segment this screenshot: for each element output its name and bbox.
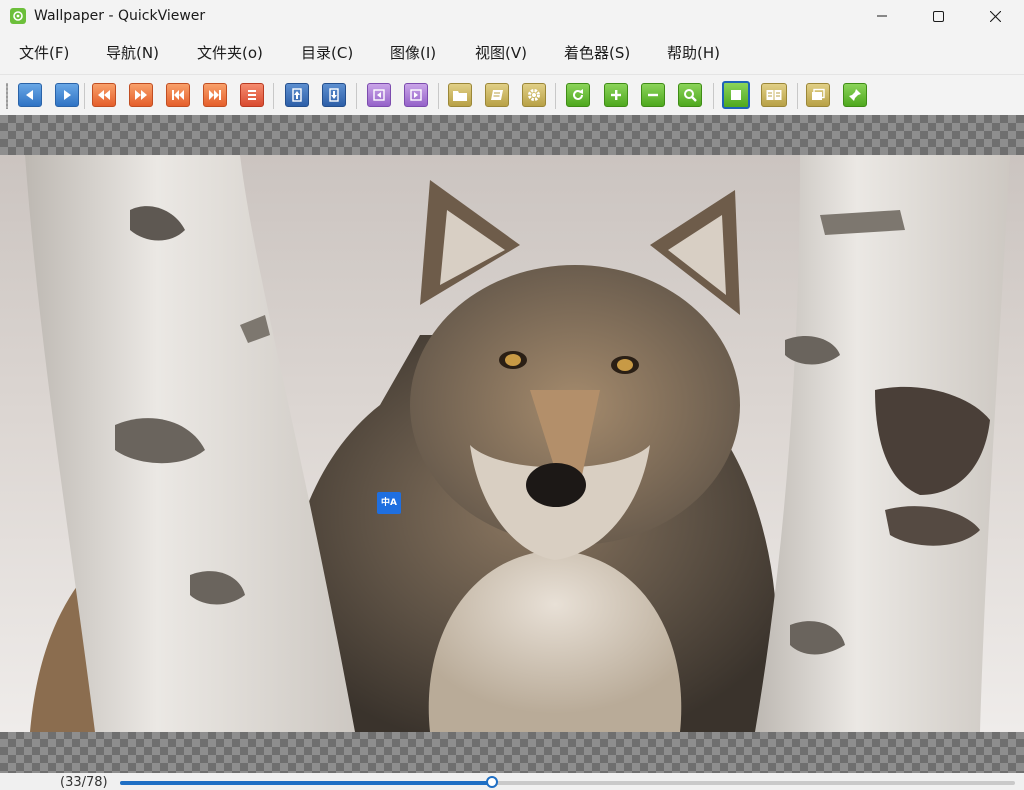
image-viewer[interactable]: 中A: [0, 115, 1024, 773]
last-page-icon: [209, 90, 221, 100]
translate-icon[interactable]: 中A: [377, 492, 401, 514]
menu-help[interactable]: 帮助(H): [661, 42, 726, 63]
prev-page-icon: [26, 90, 33, 100]
fit-icon: [684, 89, 697, 102]
single-page-icon: [731, 90, 741, 100]
fit-button[interactable]: [678, 83, 702, 107]
wolf-photo: [0, 155, 1024, 732]
page-list-icon: [248, 90, 256, 100]
title-bar: Wallpaper - QuickViewer: [0, 0, 1024, 32]
menu-folder[interactable]: 文件夹(o): [191, 42, 269, 63]
window-controls: [853, 0, 1024, 32]
slideshow-button[interactable]: [806, 83, 830, 107]
close-icon: [990, 10, 1001, 22]
toolbar-separator: [84, 83, 85, 109]
page-slider-fill: [120, 781, 492, 785]
rotate-icon: [573, 89, 583, 100]
move-left-button[interactable]: [367, 83, 391, 107]
menu-navigate[interactable]: 导航(N): [100, 42, 165, 63]
toolbar-separator: [797, 83, 798, 109]
rotate-button[interactable]: [566, 83, 590, 107]
prev-folder-icon: [292, 88, 302, 102]
menu-catalog[interactable]: 目录(C): [295, 42, 359, 63]
minimize-icon: [876, 15, 887, 17]
move-right-button[interactable]: [404, 83, 428, 107]
pin-icon: [849, 89, 861, 101]
pin-button[interactable]: [843, 83, 867, 107]
move-right-icon: [410, 89, 422, 101]
slideshow-icon: [812, 88, 825, 100]
toolbar-separator: [273, 83, 274, 109]
prev-folder-button[interactable]: [285, 83, 309, 107]
page-slider[interactable]: [120, 776, 1015, 788]
app-logo-icon: [10, 8, 26, 24]
move-left-icon: [373, 89, 385, 101]
menu-bar: 文件(F) 导航(N) 文件夹(o) 目录(C) 图像(I) 视图(V) 着色器…: [0, 34, 1024, 70]
catalog-icon: [491, 90, 503, 100]
toolbar-separator: [555, 83, 556, 109]
menu-shader[interactable]: 着色器(S): [558, 42, 636, 63]
window-title: Wallpaper - QuickViewer: [34, 8, 206, 24]
open-folder-button[interactable]: [448, 83, 472, 107]
zoom-in-button[interactable]: [604, 83, 628, 107]
menu-file[interactable]: 文件(F): [13, 42, 75, 63]
next-page-button[interactable]: [55, 83, 79, 107]
zoom-in-icon: [611, 90, 621, 100]
last-page-button[interactable]: [203, 83, 227, 107]
page-slider-thumb[interactable]: [485, 776, 498, 788]
fast-backward-button[interactable]: [92, 83, 116, 107]
status-bar: (33/78): [0, 773, 1024, 790]
first-page-button[interactable]: [166, 83, 190, 107]
zoom-out-icon: [648, 93, 658, 97]
fast-forward-button[interactable]: [129, 83, 153, 107]
first-page-icon: [172, 90, 184, 100]
maximize-button[interactable]: [910, 0, 967, 32]
fast-forward-icon: [135, 90, 147, 100]
single-page-button[interactable]: [722, 81, 750, 109]
next-folder-icon: [329, 88, 339, 102]
menu-view[interactable]: 视图(V): [469, 42, 533, 63]
maximize-icon: [933, 10, 944, 22]
settings-button[interactable]: [522, 83, 546, 107]
catalog-button[interactable]: [485, 83, 509, 107]
dual-page-icon: [766, 90, 782, 100]
close-button[interactable]: [967, 0, 1024, 32]
page-counter: (33/78): [60, 775, 108, 790]
toolbar-separator: [713, 83, 714, 109]
toolbar-grip[interactable]: [6, 83, 8, 109]
zoom-out-button[interactable]: [641, 83, 665, 107]
next-folder-button[interactable]: [322, 83, 346, 107]
open-folder-icon: [453, 91, 467, 101]
settings-icon: [528, 89, 540, 101]
next-page-icon: [64, 90, 71, 100]
toolbar-separator: [356, 83, 357, 109]
toolbar: [0, 74, 1024, 115]
dual-page-button[interactable]: [761, 83, 787, 107]
page-list-button[interactable]: [240, 83, 264, 107]
menu-image[interactable]: 图像(I): [384, 42, 442, 63]
fast-backward-icon: [98, 90, 110, 100]
prev-page-button[interactable]: [18, 83, 42, 107]
minimize-button[interactable]: [853, 0, 910, 32]
toolbar-separator: [438, 83, 439, 109]
